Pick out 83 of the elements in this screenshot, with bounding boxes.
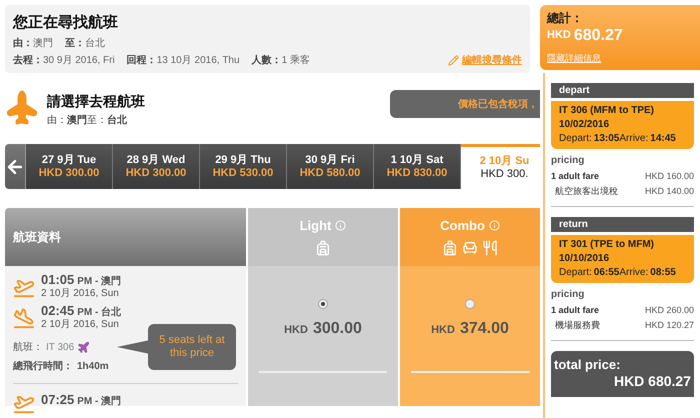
depart-time: 13:05: [594, 132, 620, 146]
arrive-label: Arrive:: [619, 132, 648, 146]
fare-radio[interactable]: [318, 299, 328, 309]
from-label: 由：: [47, 114, 67, 128]
price-line-amount: HKD 120.27: [644, 319, 694, 332]
price-line-amount: HKD 260.00: [644, 304, 694, 317]
depart-time: 07:25: [41, 391, 74, 409]
utensils-icon: [482, 240, 498, 256]
arrive-detail: PM - 台北: [77, 307, 122, 319]
from-value: 澳門: [33, 36, 53, 50]
date-tab[interactable]: 28 9月 Wed HKD 300.00: [113, 144, 200, 189]
leg-date: 10/02/2016: [559, 118, 610, 132]
total-price-value: HKD 680.27: [614, 372, 691, 390]
backpack-icon: [442, 240, 458, 256]
seat-icon: [462, 240, 478, 256]
depart-value: 30 9月 2016, Fri: [43, 54, 115, 68]
duration-label: 總飛行時間：: [13, 360, 73, 374]
price-line-label: 機場服務費: [554, 319, 600, 332]
price-amount: 300.00: [312, 319, 362, 339]
price-line-label: 1 adult fare: [551, 170, 600, 183]
previous-dates-button[interactable]: [5, 144, 26, 189]
flight-number: IT 306: [46, 341, 74, 355]
to-label: 至：: [87, 114, 107, 128]
price-currency: HKD: [431, 323, 455, 338]
price-line-label: 1 adult fare: [551, 304, 600, 317]
total-amount: 680.27: [574, 27, 623, 45]
pricing-label: pricing: [551, 288, 586, 302]
price-amount: 374.00: [460, 319, 509, 339]
depart-label: 去程：: [13, 54, 43, 68]
depart-time: 01:05: [41, 274, 74, 286]
passengers-value: 1 乘客: [282, 54, 310, 68]
total-currency: HKD: [547, 28, 571, 43]
fare-name: Light: [300, 217, 332, 235]
to-value: 台北: [107, 114, 127, 128]
from-label: 由：: [13, 36, 33, 50]
info-icon[interactable]: [335, 220, 346, 232]
return-value: 13 10月 2016, Thu: [156, 54, 240, 68]
arrive-time: 14:45: [650, 132, 676, 146]
leg-heading: depart: [551, 83, 694, 98]
arrive-time: 02:45: [41, 305, 74, 317]
depart-time: 06:55: [594, 266, 620, 280]
price-currency: HKD: [284, 323, 308, 338]
depart-date: 2 10月 2016, Sun: [41, 288, 120, 300]
return-label: 回程：: [126, 54, 157, 68]
price-line-amount: HKD 160.00: [644, 170, 694, 183]
landing-icon: [13, 307, 35, 329]
leg-flight: IT 306 (MFM to TPE): [559, 104, 655, 118]
fare-name: Combo: [440, 217, 485, 235]
depart-label: Depart:: [559, 132, 592, 146]
backpack-icon: [315, 240, 331, 256]
depart-label: Depart:: [559, 266, 592, 280]
duration-value: 1h40m: [77, 360, 109, 374]
to-label: 至：: [65, 36, 85, 50]
arrive-time: 08:55: [650, 266, 676, 280]
info-icon[interactable]: [488, 220, 500, 232]
summary-title: 您正在尋找航班: [13, 12, 119, 33]
from-value: 澳門: [67, 114, 87, 128]
date-tab[interactable]: 30 9月 Fri HKD 580.00: [287, 144, 374, 189]
date-tab[interactable]: 29 9月 Thu HKD 530.00: [200, 144, 287, 189]
price-line-label: 航空旅客出境稅: [554, 185, 618, 198]
leg-date: 10/10/2016: [559, 252, 610, 266]
total-label: 總計：: [547, 10, 584, 27]
leg-heading: return: [551, 217, 694, 232]
depart-detail: PM - 澳門: [77, 394, 122, 409]
date-tab[interactable]: 1 10月 Sat HKD 830.00: [374, 144, 461, 189]
leg-flight: IT 301 (TPE to MFM): [559, 238, 655, 252]
arrive-date: 2 10月 2016, Sun: [41, 319, 120, 331]
plane-icon: [77, 341, 90, 354]
total-price-label: total price:: [554, 357, 622, 372]
info-header-text: 航班資料: [13, 229, 61, 246]
flight-label: 航班：: [13, 340, 43, 355]
arrive-label: Arrive:: [619, 266, 648, 280]
fare-radio[interactable]: [465, 299, 475, 309]
seats-left-tooltip: 5 seats left at this price: [148, 324, 236, 370]
passengers-label: 人數：: [252, 54, 282, 68]
pencil-icon: [448, 54, 459, 66]
date-tab[interactable]: 27 9月 Tue HKD 300.00: [26, 144, 113, 189]
depart-detail: PM - 澳門: [77, 276, 122, 288]
pricing-label: pricing: [551, 154, 586, 168]
tax-notice-banner: 價格已包含稅項，: [390, 90, 540, 118]
price-line-amount: HKD 140.00: [644, 185, 694, 198]
section-title: 請選擇去程航班: [47, 92, 145, 112]
to-value: 台北: [85, 36, 105, 50]
